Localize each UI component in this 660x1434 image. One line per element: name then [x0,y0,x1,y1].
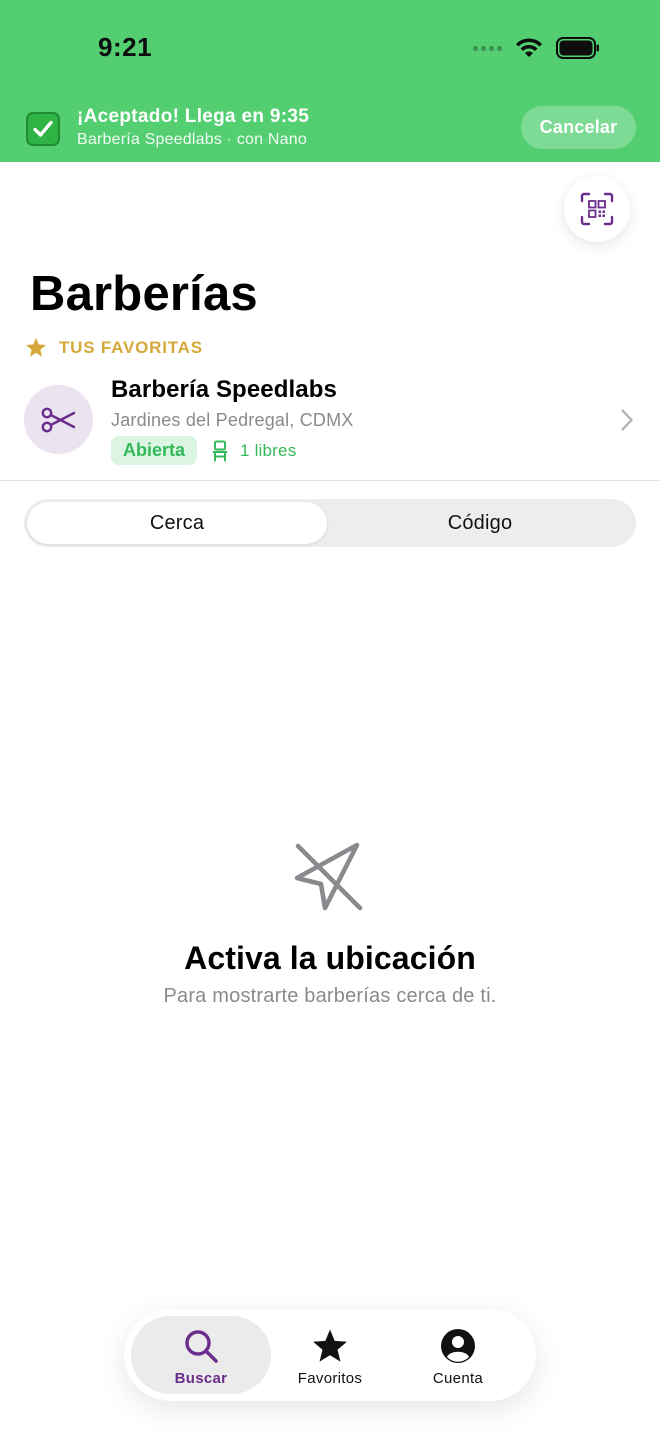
check-mark-button-icon [26,112,60,146]
divider [0,480,660,481]
active-booking-banner[interactable]: 9:21 ¡Aceptado! Llega en 9:35 Barbería S… [0,0,660,162]
tab-bar: Buscar Favoritos Cuenta [124,1309,536,1401]
tab-buscar[interactable]: Buscar [131,1316,271,1394]
tab-label: Favoritos [297,1370,363,1387]
tab-label: Buscar [174,1370,228,1387]
shop-avatar [24,385,93,454]
tab-favoritos[interactable]: Favoritos [260,1316,400,1394]
battery-icon [556,37,599,59]
person-circle-icon [438,1326,478,1366]
favorite-shop-row[interactable]: Barbería Speedlabs Jardines del Pedregal… [0,372,660,468]
cancel-booking-button[interactable]: Cancelar [521,106,636,149]
favorites-section-header: TUS FAVORITAS [25,337,203,358]
status-badge: Abierta [111,436,198,465]
empty-state-subtitle: Para mostrarte barberías cerca de ti. [163,985,497,1007]
location-slash-icon [294,842,363,911]
segment-cerca[interactable]: Cerca [27,502,327,544]
cellular-signal-icon [473,45,502,51]
banner-subtitle: Barbería Speedlabs · con Nano [77,131,307,148]
star-icon [26,337,46,357]
status-time: 9:21 [98,32,153,62]
status-icons [473,36,600,60]
chevron-right-icon [621,409,633,431]
shop-address: Jardines del Pedregal, CDMX [111,410,354,430]
qr-scan-button[interactable] [564,176,630,242]
tab-label: Cuenta [432,1370,484,1387]
star-icon [310,1326,350,1366]
free-seats-count: 1 libres [240,441,297,460]
qr-scan-icon [580,192,614,226]
banner-title: ¡Aceptado! Llega en 9:35 [77,106,310,127]
search-icon [181,1326,221,1366]
segmented-control[interactable]: Cerca Código [24,499,636,547]
scissors-icon [41,407,75,432]
tab-cuenta[interactable]: Cuenta [388,1316,528,1394]
empty-state-title: Activa la ubicación [184,940,476,976]
chair-icon [212,440,228,462]
segment-codigo[interactable]: Código [330,502,630,544]
page-title: Barberías [30,267,258,321]
wifi-icon [516,38,542,57]
favorites-section-label: TUS FAVORITAS [59,337,203,357]
shop-name: Barbería Speedlabs [111,376,337,403]
